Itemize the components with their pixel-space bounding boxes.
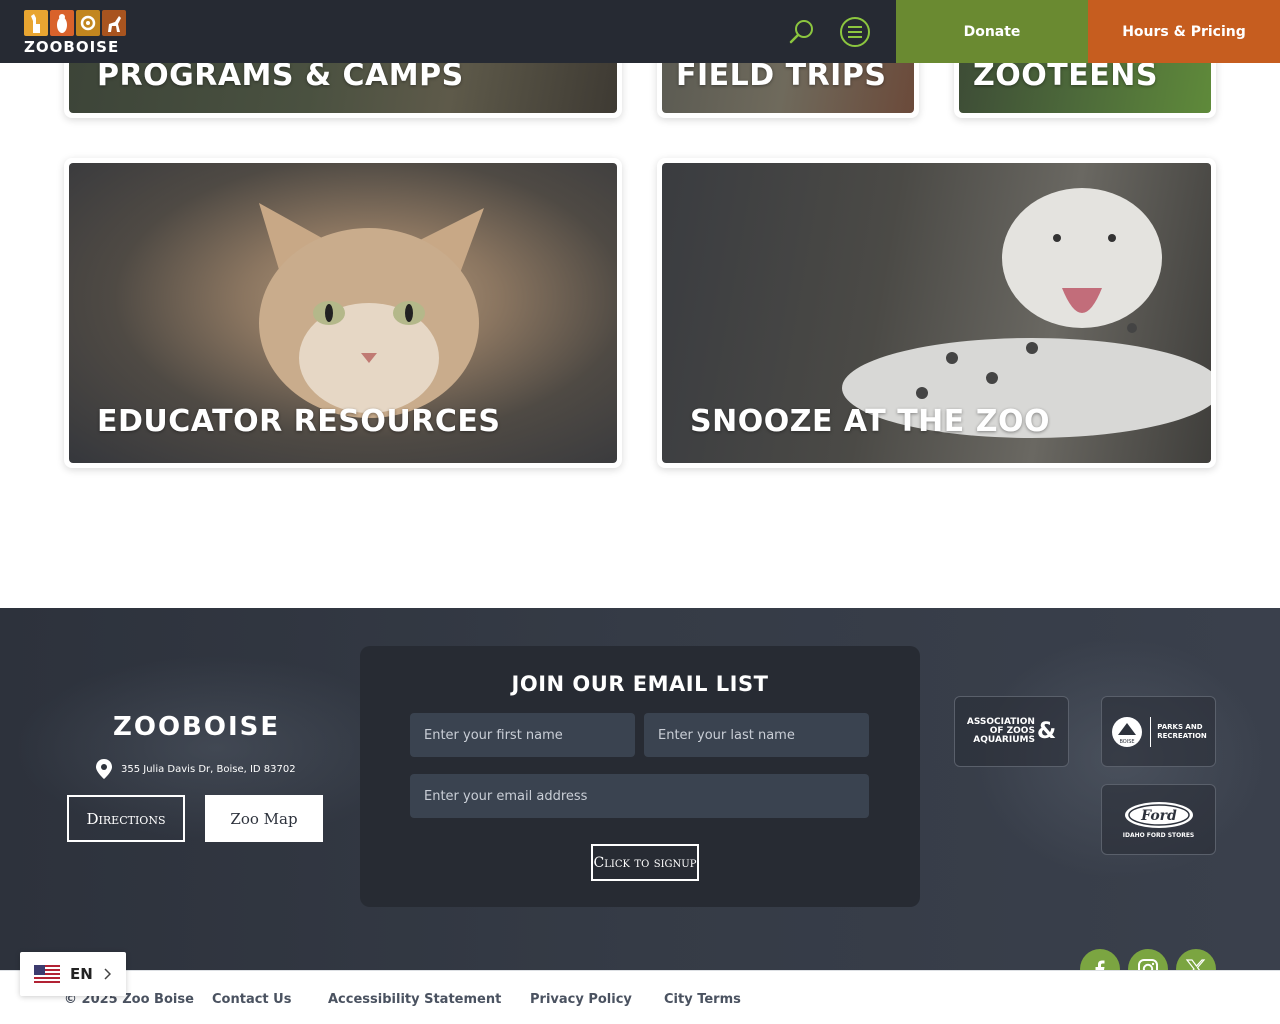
address-text: 355 Julia Davis Dr, Boise, ID 83702 [121, 763, 296, 775]
card-title: PROGRAMS & CAMPS [97, 58, 464, 93]
giraffe-icon [24, 10, 48, 36]
aza-ampersand: & [1036, 719, 1057, 744]
svg-text:Ford: Ford [1140, 808, 1177, 824]
logo-animal-tiles [24, 10, 126, 36]
email-signup-form: JOIN OUR EMAIL LIST Enter your first nam… [360, 646, 920, 907]
card-image: EDUCATOR RESOURCES [69, 163, 617, 463]
search-icon [789, 20, 813, 44]
ford-oval-icon: Ford [1124, 802, 1193, 828]
aza-wordmark: ASSOCIATION OF ZOOS AQUARIUMS [966, 717, 1035, 745]
contact-us-link[interactable]: Contact Us [212, 992, 291, 1007]
accessibility-statement-link[interactable]: Accessibility Statement [328, 992, 501, 1007]
site-header: ZOOBOISE Donate Hours & Pricing [0, 0, 1280, 63]
card-title: EDUCATOR RESOURCES [97, 404, 501, 439]
monkey-icon [76, 10, 100, 36]
privacy-policy-link[interactable]: Privacy Policy [530, 992, 632, 1007]
email-list-title: JOIN OUR EMAIL LIST [511, 672, 769, 696]
language-selector[interactable]: EN [20, 952, 126, 996]
aza-partner-logo[interactable]: ASSOCIATION OF ZOOS AQUARIUMS & [954, 696, 1069, 767]
zoo-map-button[interactable]: Zoo Map [205, 795, 323, 842]
hamburger-menu-icon [840, 17, 870, 47]
footer-logo[interactable]: ZOOBOISE [113, 712, 280, 742]
card-educator-resources[interactable]: EDUCATOR RESOURCES [64, 158, 622, 468]
map-pin-icon [96, 759, 112, 779]
penguin-icon [50, 10, 74, 36]
logo-wordmark: ZOOBOISE [24, 38, 120, 56]
zoo-boise-logo[interactable]: ZOOBOISE [24, 10, 126, 56]
site-footer: ZOOBOISE 355 Julia Davis Dr, Boise, ID 8… [0, 608, 1280, 970]
chevron-right-icon [104, 968, 111, 980]
donate-button[interactable]: Donate [896, 0, 1088, 63]
card-image: SNOOZE AT THE ZOO [662, 163, 1211, 463]
address: 355 Julia Davis Dr, Boise, ID 83702 [95, 758, 296, 780]
search-button[interactable] [786, 16, 818, 48]
signup-button[interactable]: Click to signup [591, 844, 699, 881]
city-terms-link[interactable]: City Terms [664, 992, 741, 1007]
idaho-ford-stores-partner-logo[interactable]: Ford IDAHO FORD STORES [1101, 784, 1216, 855]
parks-wordmark: PARKS AND RECREATION [1157, 722, 1207, 740]
boise-seal-icon: BOISE [1112, 716, 1143, 747]
card-title: ZOOTEENS [973, 58, 1158, 93]
language-code: EN [70, 965, 93, 983]
hours-pricing-button[interactable]: Hours & Pricing [1088, 0, 1280, 63]
footer-bottom-bar: © 2025 Zoo Boise Contact Us Accessibilit… [0, 970, 1280, 1024]
card-snooze-at-the-zoo[interactable]: SNOOZE AT THE ZOO [657, 158, 1216, 468]
snow-leopard-illustration [842, 188, 1211, 438]
card-title: FIELD TRIPS [676, 58, 887, 93]
email-address-input[interactable]: Enter your email address [410, 774, 869, 818]
deer-icon [102, 10, 126, 36]
sand-cat-illustration [259, 203, 484, 418]
boise-parks-partner-logo[interactable]: BOISE PARKS AND RECREATION [1101, 696, 1216, 767]
last-name-input[interactable]: Enter your last name [644, 713, 869, 757]
menu-button[interactable] [839, 16, 871, 48]
directions-button[interactable]: Directions [67, 795, 185, 842]
first-name-input[interactable]: Enter your first name [410, 713, 635, 757]
us-flag-icon [34, 965, 60, 983]
ford-caption: IDAHO FORD STORES [1122, 832, 1195, 839]
divider [1150, 716, 1152, 747]
svg-text:BOISE: BOISE [1120, 739, 1135, 745]
card-title: SNOOZE AT THE ZOO [690, 404, 1050, 439]
